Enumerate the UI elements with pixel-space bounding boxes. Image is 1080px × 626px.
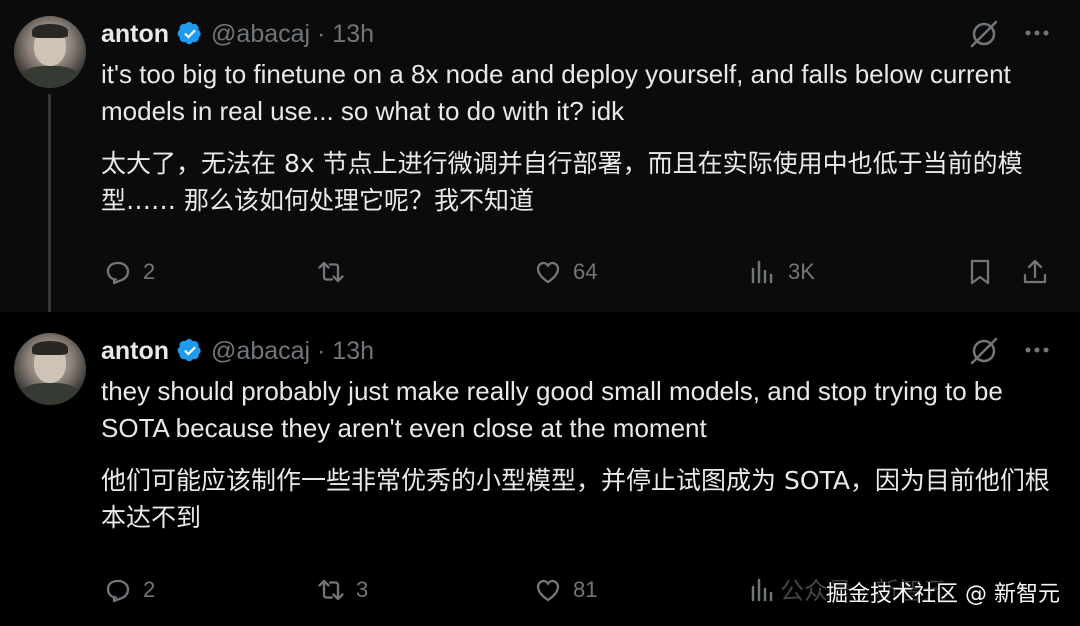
reply-button[interactable]: 2: [103, 255, 155, 289]
avatar[interactable]: [14, 16, 86, 88]
like-button[interactable]: 81: [533, 573, 597, 607]
reply-icon: [106, 579, 130, 603]
tweet-1[interactable]: anton @abacaj · 13h it's too big to fine…: [0, 0, 1080, 312]
tweet-2[interactable]: anton @abacaj · 13h they should probably…: [0, 312, 1080, 626]
avatar[interactable]: [14, 333, 86, 405]
tweet-text-en: they should probably just make really go…: [101, 376, 1003, 443]
like-button[interactable]: 64: [533, 255, 597, 289]
verified-badge-icon: [177, 338, 201, 362]
views-icon: [751, 578, 773, 602]
like-count: 64: [573, 259, 598, 284]
tweet-text-zh: 他们可能应该制作一些非常优秀的小型模型，并停止试图成为 SOTA，因为目前他们根…: [101, 466, 1050, 532]
bookmark-icon: [970, 259, 990, 285]
retweet-icon: [318, 579, 344, 601]
share-icon: [1023, 259, 1047, 284]
author-name[interactable]: anton: [101, 337, 169, 366]
bookmark-button[interactable]: [965, 255, 995, 289]
reply-count: 2: [143, 577, 156, 602]
reply-icon: [106, 261, 130, 285]
more-options-icon[interactable]: [1022, 335, 1052, 365]
retweet-button[interactable]: 3: [316, 573, 368, 607]
retweet-icon: [318, 261, 344, 283]
heart-icon: [536, 261, 560, 284]
views-button[interactable]: 3K: [748, 255, 815, 289]
grok-icon[interactable]: [968, 18, 1000, 50]
verified-badge-icon: [177, 21, 201, 45]
retweet-button[interactable]: [316, 255, 356, 289]
tweet-header: anton @abacaj · 13h: [101, 17, 374, 51]
author-handle[interactable]: @abacaj · 13h: [211, 337, 374, 366]
watermark: 掘金技术社区 @ 新智元: [826, 582, 1060, 607]
author-name[interactable]: anton: [101, 20, 169, 49]
views-icon: [751, 260, 773, 284]
reply-button[interactable]: 2: [103, 573, 155, 607]
like-count: 81: [573, 577, 598, 602]
views-count: 3K: [788, 259, 815, 284]
author-handle[interactable]: @abacaj · 13h: [211, 20, 374, 49]
more-options-icon[interactable]: [1022, 18, 1052, 48]
heart-icon: [536, 579, 560, 602]
reply-count: 2: [143, 259, 156, 284]
share-button[interactable]: [1020, 255, 1050, 289]
tweet-text-en: it's too big to finetune on a 8x node an…: [101, 59, 1011, 126]
retweet-count: 3: [356, 577, 369, 602]
tweet-text-zh: 太大了，无法在 8x 节点上进行微调并自行部署，而且在实际使用中也低于当前的模型…: [101, 149, 1023, 215]
tweet-actions: 2 64 3K: [0, 255, 1080, 289]
grok-icon[interactable]: [968, 335, 1000, 367]
tweet-header: anton @abacaj · 13h: [101, 334, 374, 368]
